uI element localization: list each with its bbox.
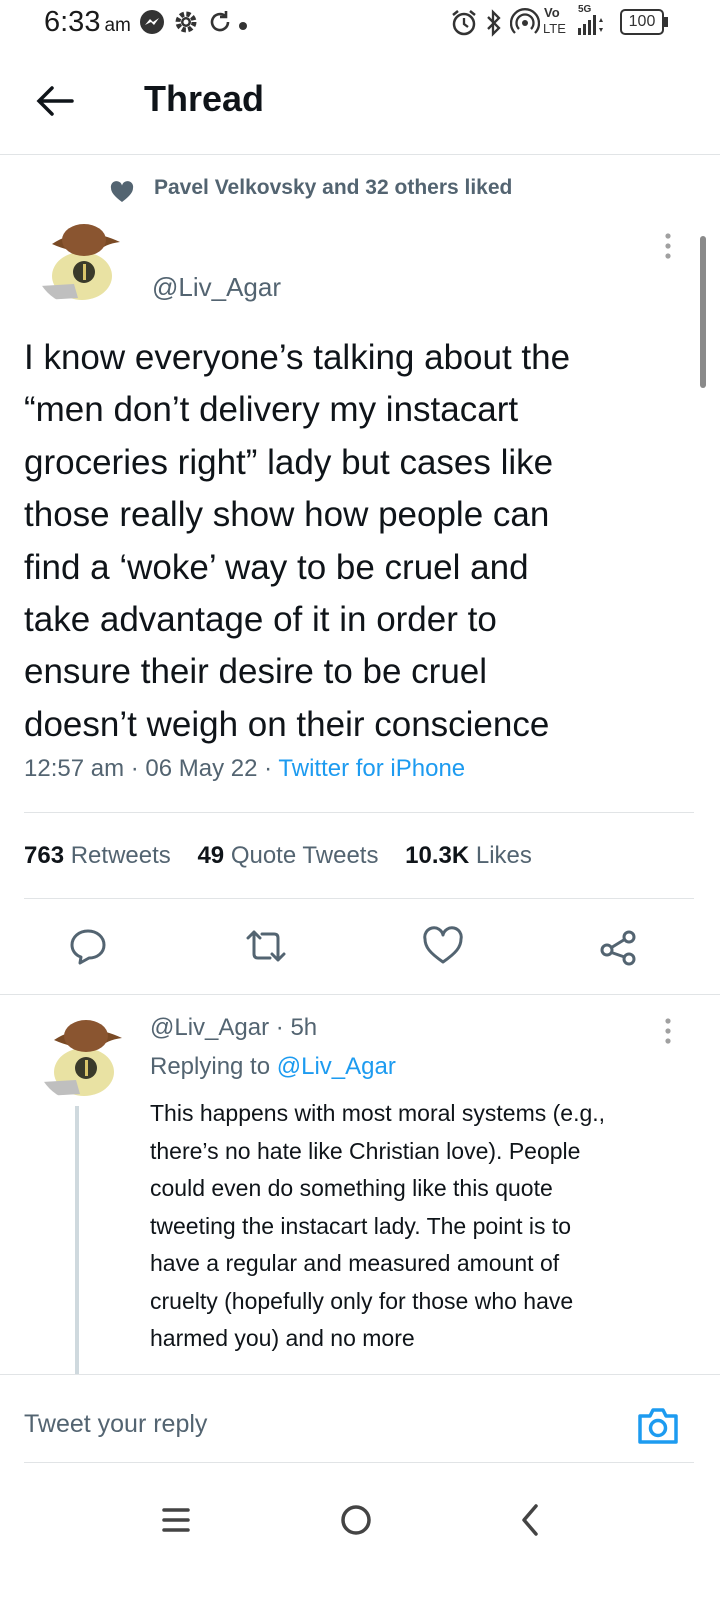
notification-dot-icon: [238, 18, 248, 36]
reply-header: @Liv_Agar · 5h: [150, 1014, 317, 1042]
divider: [24, 812, 694, 813]
home-icon: [341, 1505, 371, 1535]
reply-author-handle[interactable]: @Liv_Agar: [150, 1014, 269, 1041]
messenger-icon: [138, 8, 166, 41]
meta-separator: ·: [130, 755, 139, 782]
alarm-icon: [450, 8, 478, 43]
camera-icon: [638, 1408, 678, 1444]
back-arrow-icon: [36, 86, 74, 116]
home-button[interactable]: [336, 1500, 376, 1545]
reply-text: This happens with most moral systems (e.…: [150, 1100, 606, 1351]
likes-label: Likes: [475, 842, 532, 869]
more-options-button[interactable]: [664, 232, 672, 265]
quotes-label: Quote Tweets: [230, 842, 379, 869]
thread-line: [75, 1106, 79, 1374]
likes-stat[interactable]: 10.3K Likes: [405, 842, 532, 869]
status-ampm: am: [104, 15, 131, 36]
meta-separator: ·: [264, 755, 273, 782]
tweet-reply-input[interactable]: Tweet your reply: [24, 1410, 207, 1439]
status-time: 6:33 am: [44, 6, 131, 39]
reply-more-options-button[interactable]: [664, 1017, 672, 1050]
avatar-image: [36, 1010, 128, 1102]
heart-icon: [110, 181, 134, 208]
more-icon: [665, 233, 671, 259]
settings-icon: [172, 8, 200, 41]
retweet-icon: [246, 930, 286, 962]
signal-icon: [578, 14, 604, 41]
retweets-label: Retweets: [70, 842, 171, 869]
reply-age: 5h: [290, 1014, 318, 1041]
battery-level: 100: [628, 13, 656, 30]
tweet-stats: 763 Retweets 49 Quote Tweets 10.3K Likes: [24, 842, 552, 870]
like-button[interactable]: [422, 926, 464, 971]
quotes-count: 49: [197, 842, 225, 869]
avatar[interactable]: [34, 214, 126, 306]
status-time-value: 6:33: [44, 6, 101, 38]
recent-apps-button[interactable]: [160, 1500, 192, 1545]
retweets-count: 763: [24, 842, 65, 869]
tweet-date: 06 May 22: [145, 755, 258, 782]
header: Thread: [0, 58, 720, 154]
scrollbar[interactable]: [700, 236, 706, 388]
reply-button[interactable]: [68, 926, 108, 971]
recent-apps-icon: [162, 1508, 190, 1532]
bluetooth-icon: [484, 8, 504, 43]
avatar-image: [34, 214, 126, 306]
replying-to-label: Replying to: [150, 1053, 271, 1080]
more-icon: [665, 1018, 671, 1044]
page-title: Thread: [144, 78, 265, 119]
network-vo: Vo: [544, 5, 560, 20]
camera-button[interactable]: [636, 1404, 680, 1453]
share-button[interactable]: [598, 926, 638, 971]
back-nav-button[interactable]: [516, 1500, 544, 1545]
tweet-time: 12:57 am: [24, 755, 125, 782]
sync-icon: [206, 8, 234, 41]
tweet-source-link[interactable]: Twitter for iPhone: [278, 755, 465, 782]
retweets-stat[interactable]: 763 Retweets: [24, 842, 171, 869]
divider: [0, 1374, 720, 1375]
tweet-text: I know everyone’s talking about the “men…: [24, 338, 571, 744]
social-context[interactable]: Pavel Velkovsky and 32 others liked: [154, 176, 512, 200]
reply-icon: [70, 929, 106, 965]
divider: [24, 898, 694, 899]
share-icon: [600, 930, 636, 966]
like-icon: [423, 926, 463, 964]
retweet-button[interactable]: [244, 926, 288, 971]
replying-to: Replying to @Liv_Agar: [150, 1053, 396, 1081]
status-bar: 6:33 am Vo LTE 5G 100: [0, 0, 720, 48]
tweet-author-handle[interactable]: @Liv_Agar: [152, 272, 281, 303]
divider: [0, 994, 720, 995]
likes-count: 10.3K: [405, 842, 470, 869]
back-button[interactable]: [32, 78, 78, 124]
header-divider: [0, 154, 720, 155]
replying-to-mention[interactable]: @Liv_Agar: [277, 1053, 396, 1080]
tweet-meta: 12:57 am · 06 May 22 · Twitter for iPhon…: [24, 755, 465, 783]
network-lte: LTE: [543, 21, 566, 36]
quote-tweets-stat[interactable]: 49 Quote Tweets: [197, 842, 378, 869]
reply-avatar[interactable]: [36, 1010, 128, 1102]
meta-separator: ·: [275, 1014, 284, 1041]
divider: [24, 1462, 694, 1463]
hotspot-icon: [509, 8, 541, 43]
back-icon: [522, 1504, 538, 1536]
